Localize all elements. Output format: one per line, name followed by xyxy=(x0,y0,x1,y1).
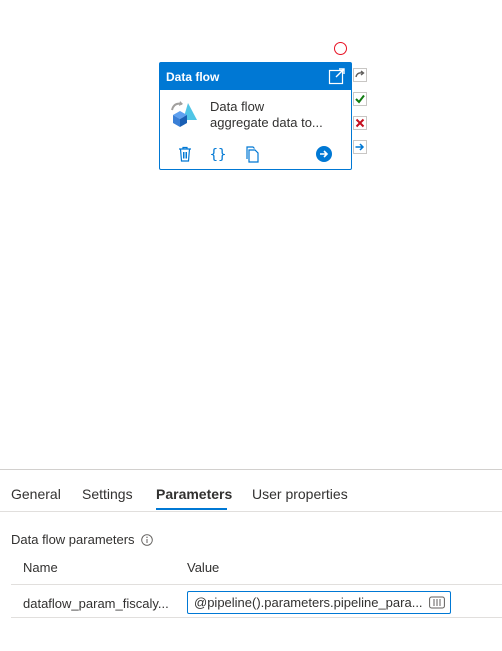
parameter-value-input[interactable]: @pipeline().parameters.pipeline_para... xyxy=(187,591,451,614)
properties-tabs: General Settings Parameters User propert… xyxy=(0,470,502,512)
activity-name: Data flow aggregate data to... xyxy=(210,99,323,131)
info-icon[interactable] xyxy=(140,533,153,546)
validation-error-indicator[interactable] xyxy=(334,42,347,55)
header-divider xyxy=(11,584,502,585)
tab-settings[interactable]: Settings xyxy=(82,486,133,502)
properties-panel: General Settings Parameters User propert… xyxy=(0,469,502,651)
success-connector-icon[interactable] xyxy=(353,92,367,106)
dynamic-content-icon[interactable] xyxy=(429,596,445,609)
activity-name-line2: aggregate data to... xyxy=(210,115,323,130)
column-header-value: Value xyxy=(187,560,220,575)
parameter-name: dataflow_param_fiscaly... xyxy=(23,596,169,611)
section-title: Data flow parameters xyxy=(11,532,153,547)
parameter-value-text[interactable]: @pipeline().parameters.pipeline_para... xyxy=(188,595,426,610)
dataflow-activity-card[interactable]: Data flow Data flow aggregate data to...… xyxy=(159,62,352,170)
activity-header: Data flow xyxy=(160,63,351,90)
svg-text:{}: {} xyxy=(210,147,227,163)
row-divider xyxy=(11,617,502,618)
tab-user-properties[interactable]: User properties xyxy=(252,486,348,502)
column-header-name: Name xyxy=(23,560,58,575)
activity-name-line1: Data flow xyxy=(210,99,265,114)
tab-parameters[interactable]: Parameters xyxy=(156,486,232,502)
code-braces-icon[interactable]: {} xyxy=(209,145,227,163)
failure-connector-icon[interactable] xyxy=(353,116,367,130)
open-external-icon[interactable] xyxy=(328,67,346,85)
activity-footer: {} xyxy=(160,145,351,169)
skipped-connector-icon[interactable] xyxy=(353,68,367,82)
activity-type-label: Data flow xyxy=(166,69,220,84)
go-arrow-icon[interactable] xyxy=(315,145,333,163)
dataflow-icon xyxy=(171,101,197,127)
tab-general[interactable]: General xyxy=(11,486,61,502)
activity-body: Data flow aggregate data to... xyxy=(160,90,351,145)
copy-icon[interactable] xyxy=(243,145,261,163)
completion-connector-icon[interactable] xyxy=(353,140,367,154)
active-tab-indicator xyxy=(156,508,227,510)
delete-icon[interactable] xyxy=(176,145,194,163)
section-title-label: Data flow parameters xyxy=(11,532,135,547)
